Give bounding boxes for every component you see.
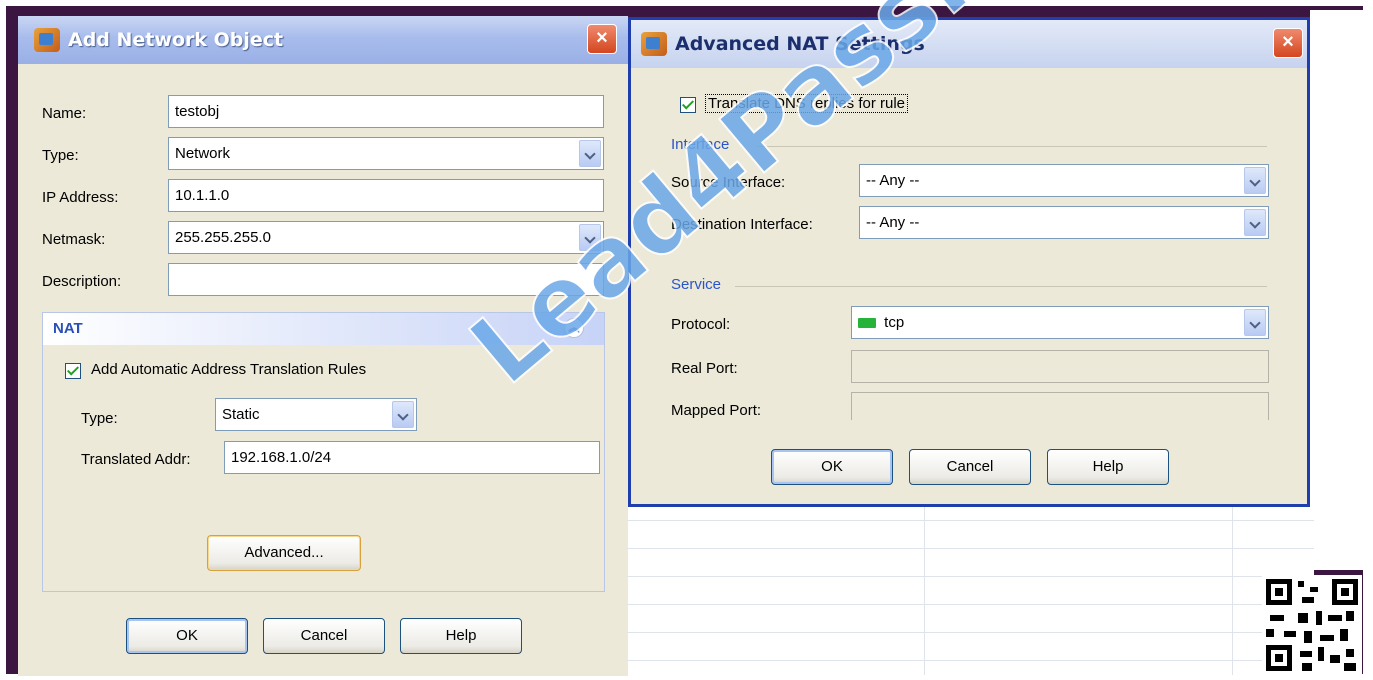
chevron-down-icon[interactable] <box>579 224 601 251</box>
real-port-input <box>851 350 1269 383</box>
destination-interface-select[interactable]: -- Any -- <box>859 206 1269 239</box>
ok-button[interactable]: OK <box>771 449 893 485</box>
translate-dns-checkbox[interactable] <box>680 97 696 113</box>
nat-panel-header[interactable]: NAT ︽ <box>43 313 604 345</box>
destination-interface-value: -- Any -- <box>866 214 920 231</box>
mapped-port-label: Mapped Port: <box>671 402 762 419</box>
nat-panel: NAT ︽ Add Automatic Address Translation … <box>42 312 605 592</box>
chevron-down-icon[interactable] <box>1244 209 1266 236</box>
name-input[interactable]: testobj <box>168 95 604 128</box>
advanced-nat-dialog: Advanced NAT Settings × Translate DNS re… <box>628 17 1310 507</box>
destination-interface-label: Destination Interface: <box>671 216 813 233</box>
app-icon <box>34 28 60 52</box>
background-window-edge <box>1310 10 1363 570</box>
translated-addr-label: Translated Addr: <box>81 451 191 468</box>
advanced-nat-titlebar[interactable]: Advanced NAT Settings × <box>631 20 1307 68</box>
service-divider <box>735 286 1267 287</box>
auto-rules-checkbox[interactable] <box>65 363 81 379</box>
advanced-nat-body: Translate DNS replies for rule Interface… <box>631 68 1307 504</box>
advanced-button[interactable]: Advanced... <box>207 535 361 571</box>
app-icon <box>641 32 667 56</box>
chevron-down-icon[interactable] <box>1244 309 1266 336</box>
nat-header-label: NAT <box>53 320 83 337</box>
protocol-value: tcp <box>884 314 905 331</box>
qr-code <box>1262 575 1362 675</box>
service-section-title: Service <box>671 276 722 293</box>
ip-address-input[interactable]: 10.1.1.0 <box>168 179 604 212</box>
interface-divider <box>757 146 1267 147</box>
netmask-label: Netmask: <box>42 231 106 248</box>
protocol-select[interactable]: tcp <box>851 306 1269 339</box>
netmask-select-value: 255.255.255.0 <box>175 229 271 246</box>
chevron-down-icon[interactable] <box>1244 167 1266 194</box>
help-button[interactable]: Help <box>400 618 522 654</box>
ok-button[interactable]: OK <box>126 618 248 654</box>
description-input[interactable] <box>168 263 604 296</box>
close-icon[interactable]: × <box>587 24 617 54</box>
cancel-button[interactable]: Cancel <box>909 449 1031 485</box>
nat-type-select[interactable]: Static <box>215 398 417 431</box>
nat-type-label: Type: <box>81 410 118 427</box>
type-select-value: Network <box>175 145 231 162</box>
add-network-object-body: Name: testobj Type: Network IP Address: … <box>18 64 628 676</box>
close-icon[interactable]: × <box>1273 28 1303 58</box>
auto-rules-label: Add Automatic Address Translation Rules <box>91 361 367 378</box>
translated-addr-input[interactable]: 192.168.1.0/24 <box>224 441 600 474</box>
name-label: Name: <box>42 105 87 122</box>
dialog-title: Add Network Object <box>68 29 284 51</box>
help-button[interactable]: Help <box>1047 449 1169 485</box>
translate-dns-label: Translate DNS replies for rule <box>705 94 909 113</box>
nat-type-select-value: Static <box>222 406 260 423</box>
type-select[interactable]: Network <box>168 137 604 170</box>
mapped-port-input <box>851 392 1269 420</box>
protocol-label: Protocol: <box>671 316 731 333</box>
source-interface-select[interactable]: -- Any -- <box>859 164 1269 197</box>
add-network-object-dialog: Add Network Object × Name: testobj Type:… <box>18 16 628 676</box>
background-grid <box>628 500 1314 675</box>
dialog-title: Advanced NAT Settings <box>675 33 925 55</box>
chevron-down-icon[interactable] <box>579 140 601 167</box>
source-interface-value: -- Any -- <box>866 172 920 189</box>
source-interface-label: Source Interface: <box>671 174 786 191</box>
real-port-label: Real Port: <box>671 360 738 377</box>
cancel-button[interactable]: Cancel <box>263 618 385 654</box>
tcp-icon <box>858 318 876 329</box>
collapse-icon[interactable]: ︽ <box>564 318 584 338</box>
ip-address-label: IP Address: <box>42 189 119 206</box>
interface-section-title: Interface <box>671 136 730 153</box>
description-label: Description: <box>42 273 122 290</box>
netmask-select[interactable]: 255.255.255.0 <box>168 221 604 254</box>
chevron-down-icon[interactable] <box>392 401 414 428</box>
add-network-object-titlebar[interactable]: Add Network Object × <box>18 16 628 64</box>
type-label: Type: <box>42 147 79 164</box>
